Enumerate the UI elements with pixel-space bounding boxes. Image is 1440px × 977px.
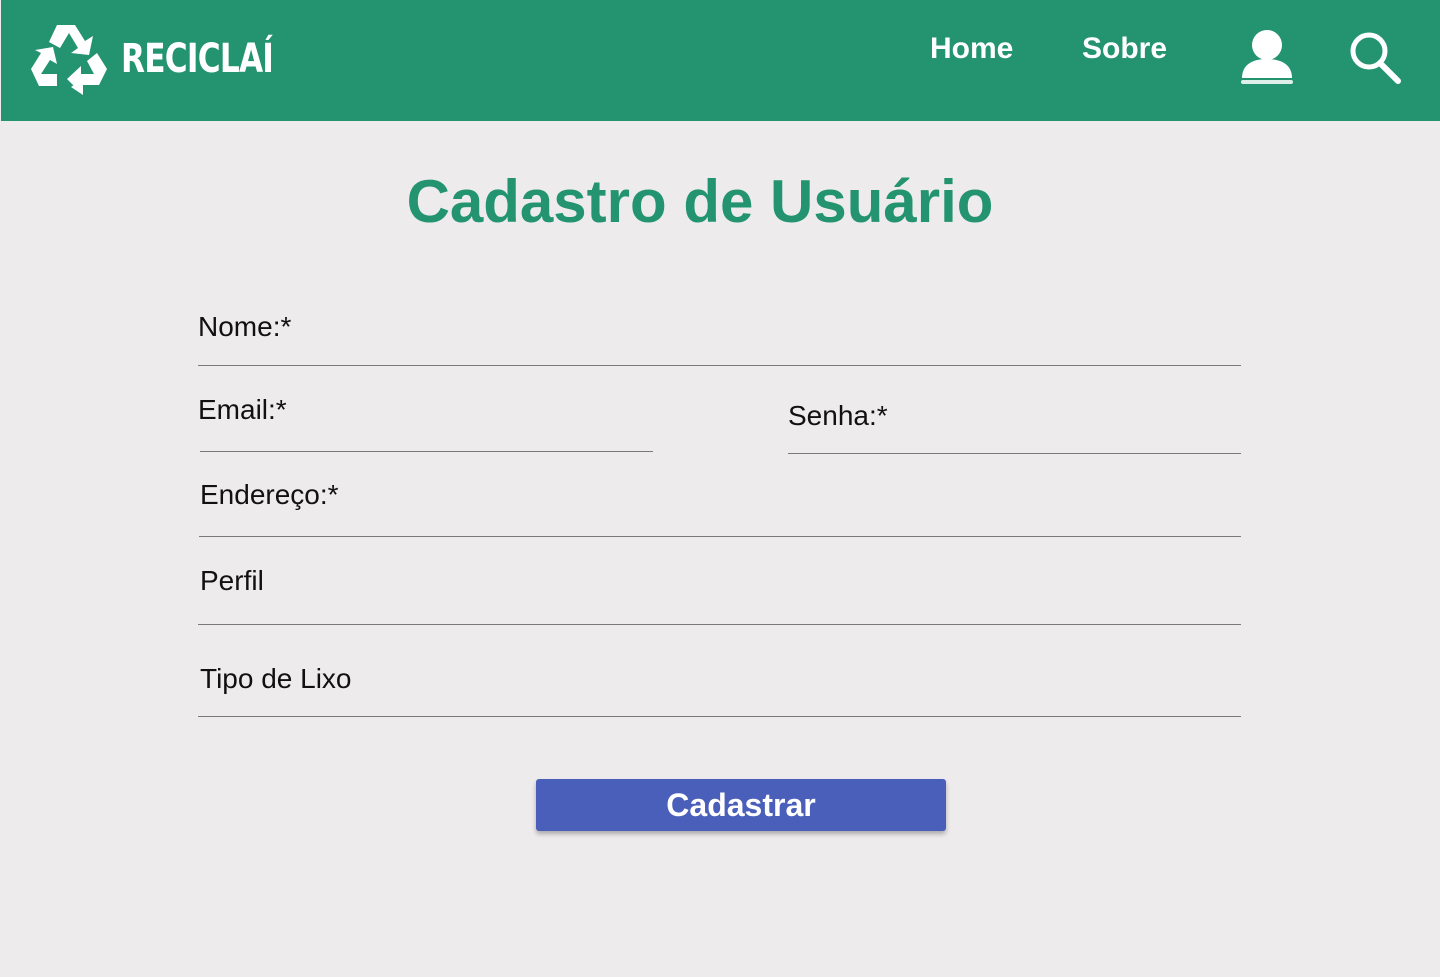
recycle-icon	[31, 25, 107, 95]
page-title: Cadastro de Usuário	[406, 168, 994, 235]
email-label: Email:*	[198, 394, 287, 425]
user-icon	[1241, 30, 1293, 84]
nav-home-link[interactable]: Home	[930, 28, 1013, 70]
brand[interactable]: RECICLAÍ	[27, 18, 316, 100]
tipo-lixo-field[interactable]: Tipo de Lixo	[198, 652, 1241, 717]
user-button[interactable]	[1239, 28, 1295, 86]
email-field[interactable]: Email:*	[198, 385, 653, 452]
endereco-label: Endereço:*	[200, 479, 339, 510]
search-icon	[1350, 32, 1401, 84]
perfil-field[interactable]: Perfil	[198, 555, 1241, 625]
nome-label: Nome:*	[198, 311, 292, 342]
brand-name: RECICLAÍ	[121, 36, 274, 82]
senha-label: Senha:*	[788, 400, 888, 431]
perfil-label: Perfil	[200, 565, 264, 596]
cadastrar-button[interactable]: Cadastrar	[536, 779, 946, 831]
top-navbar: RECICLAÍ Home Sobre	[1, 0, 1440, 121]
endereco-field[interactable]: Endereço:*	[199, 470, 1241, 537]
tipo-lixo-label: Tipo de Lixo	[200, 663, 352, 694]
search-button[interactable]	[1348, 30, 1402, 86]
nome-field[interactable]: Nome:*	[198, 300, 1241, 366]
senha-field[interactable]: Senha:*	[788, 390, 1241, 454]
nav-about-link[interactable]: Sobre	[1082, 28, 1167, 70]
